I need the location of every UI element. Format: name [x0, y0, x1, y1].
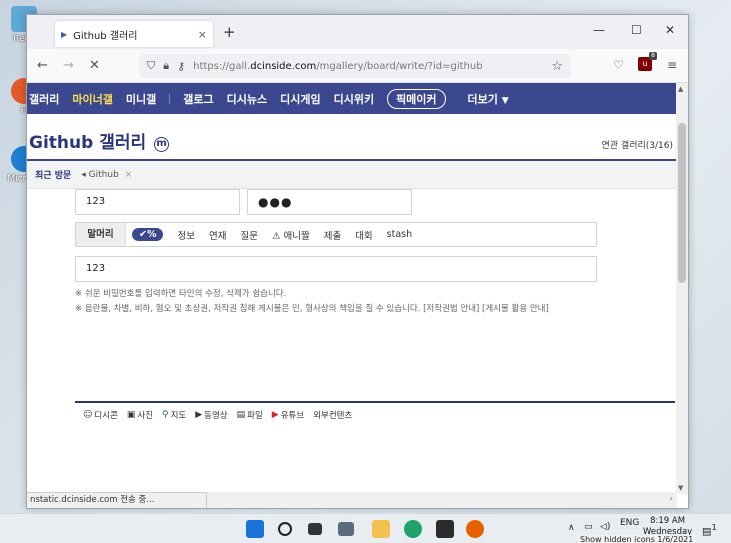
image-icon: ▣ [126, 410, 136, 420]
notice-password: ※ 쉬운 비밀번호를 입력하면 타인의 수정, 삭제가 쉽습니다. [75, 289, 287, 299]
editor-photo-button[interactable]: ▣ 사진 [127, 409, 153, 421]
subject-option-anime-gif[interactable]: ⚠ 애니짤 [272, 228, 310, 242]
editor-toolbar: ☺ 디시콘 ▣ 사진 ⚲ 지도 ▶ 동영상 ▤ 파일 ▶ 유튜브 외부컨텐츠 [75, 401, 675, 427]
maximize-button[interactable]: ☐ [631, 23, 642, 37]
hidden-icons-tooltip: Show hidden icons 1/6/2021 [578, 535, 696, 543]
shield-icon[interactable]: ⛉ [147, 59, 155, 73]
nickname-input[interactable]: 123 [75, 189, 240, 215]
ublock-badge: 8 [649, 52, 657, 60]
editor-video-button[interactable]: ▶ 동영상 [195, 409, 227, 421]
scrollbar-thumb[interactable] [678, 123, 686, 283]
gnb-dcnews[interactable]: 디시뉴스 [227, 91, 267, 107]
youtube-icon: ▶ [271, 410, 279, 420]
clock-time: 8:19 AM [650, 516, 686, 526]
vertical-scrollbar[interactable]: ▲ ▼ [676, 83, 688, 494]
subject-option-info[interactable]: 정보 [177, 228, 194, 242]
editor-youtube-button[interactable]: ▶ 유튜브 [272, 409, 304, 421]
dcinside-favicon-icon: ▶ [61, 29, 68, 39]
tray-chevron-up-icon[interactable]: ∧ [568, 523, 575, 533]
subject-label: 말머리 [76, 223, 126, 246]
recent-visit-item[interactable]: ◂ Github [81, 170, 119, 180]
search-icon[interactable] [278, 522, 292, 536]
taskbar: ∧ ▭ ◁) ENG 8:19 AM Wednesday Show hidden… [0, 513, 731, 543]
subject-header-bar: 말머리 ✔% 정보 연재 질문 ⚠ 애니짤 제출 대회 stash [75, 222, 597, 247]
notice-legal: ※ 음란물, 차별, 비하, 혐오 및 초상권, 저작권 침해 게시물은 민, … [75, 304, 549, 314]
file-explorer-icon[interactable] [372, 520, 390, 538]
more-chevron-down-icon: ▼ [501, 95, 509, 106]
smile-icon: ☺ [83, 410, 93, 420]
lock-icon[interactable]: 🔒︎ [163, 59, 169, 73]
new-tab-button[interactable]: + [223, 23, 236, 41]
clock-date: 1/6/2021 [657, 535, 694, 543]
forward-button[interactable]: → [63, 58, 74, 73]
scroll-down-arrow-icon[interactable]: ▼ [678, 484, 683, 492]
gallery-header: Github 갤러리 m 연관 갤러리(3/16) [27, 114, 677, 161]
editor-file-button[interactable]: ▤ 파일 [237, 409, 263, 421]
gnb-more[interactable]: 더보기 ▼ [468, 91, 509, 107]
subject-option-question[interactable]: 질문 [240, 228, 257, 242]
horizontal-scrollbar[interactable]: › [207, 492, 677, 508]
editor-map-button[interactable]: ⚲ 지도 [162, 409, 186, 421]
global-nav: 갤러리 마이너갤 미니갤 갤로그 디시뉴스 디시게임 디시위키 픽메이커 더보기… [27, 83, 677, 114]
gnb-mini-gallery[interactable]: 미니갤 [126, 91, 156, 107]
tab-title: Github 갤러리 [73, 30, 138, 42]
store-icon[interactable] [436, 520, 454, 538]
browser-window: ▶ Github 갤러리 × + — ☐ ✕ ← → ✕ ⛉ 🔒︎ ⚷ http… [26, 14, 689, 509]
tab-close-icon[interactable]: × [198, 28, 207, 41]
tab-github-gallery[interactable]: ▶ Github 갤러리 × [55, 21, 213, 47]
url-text[interactable]: https://gall.dcinside.com/mgallery/board… [193, 61, 551, 72]
file-icon: ▤ [236, 410, 246, 420]
task-view-icon[interactable] [308, 523, 322, 535]
gallery-title[interactable]: Github 갤러리 m [29, 128, 170, 153]
stop-button[interactable]: ✕ [89, 58, 100, 73]
network-icon[interactable]: ▭ [584, 522, 593, 532]
gnb-divider [169, 93, 171, 104]
close-window-button[interactable]: ✕ [665, 23, 675, 37]
password-input[interactable]: ●●● [247, 189, 412, 215]
minimize-button[interactable]: — [593, 23, 605, 37]
video-icon: ▶ [195, 410, 203, 420]
back-button[interactable]: ← [37, 58, 48, 73]
tab-strip: ▶ Github 갤러리 × + — ☐ ✕ [27, 15, 688, 49]
gnb-dcwiki[interactable]: 디시위키 [334, 91, 374, 107]
menu-icon[interactable]: ≡ [667, 58, 677, 72]
pocket-icon[interactable]: ♡ [613, 58, 624, 72]
notifications-icon[interactable]: ▤1 [702, 522, 717, 537]
start-windows-icon[interactable] [246, 520, 264, 538]
widgets-icon[interactable] [338, 522, 354, 536]
url-bar[interactable]: ⛉ 🔒︎ ⚷ https://gall.dcinside.com/mgaller… [139, 54, 571, 78]
recent-visits-label: 최근 방문 [35, 171, 72, 181]
subject-option-submit[interactable]: 제출 [324, 228, 341, 242]
gnb-dcgame[interactable]: 디시게임 [280, 91, 320, 107]
subject-option-contest[interactable]: 대회 [355, 228, 372, 242]
firefox-taskbar-icon[interactable] [466, 520, 484, 538]
edge-taskbar-icon[interactable] [404, 520, 422, 538]
recent-visit-close-icon[interactable]: × [125, 170, 133, 180]
recent-visits: 최근 방문 ◂ Github × [27, 161, 677, 189]
title-input[interactable]: 123 [75, 256, 597, 282]
key-icon[interactable]: ⚷ [177, 60, 185, 73]
ublock-icon[interactable]: u8 [638, 52, 657, 71]
gnb-pickmaker[interactable]: 픽메이커 [387, 88, 446, 109]
language-indicator[interactable]: ENG [620, 518, 639, 528]
gnb-gallery[interactable]: 갤러리 [29, 91, 59, 107]
subject-option-serial[interactable]: 연재 [209, 228, 226, 242]
map-pin-icon: ⚲ [162, 410, 169, 420]
minor-gallery-badge-icon: m [154, 137, 170, 152]
gnb-gallog[interactable]: 갤로그 [183, 91, 213, 107]
subject-option-selected[interactable]: ✔% [132, 228, 164, 241]
gnb-minor-gallery[interactable]: 마이너갤 [72, 91, 112, 107]
notices: ※ 쉬운 비밀번호를 입력하면 타인의 수정, 삭제가 쉽습니다. ※ 음란물,… [75, 287, 549, 317]
status-bar: nstatic.dcinside.com 전송 중... [27, 492, 207, 508]
bookmark-star-icon[interactable]: ☆ [551, 59, 563, 74]
related-galleries-link[interactable]: 연관 갤러리(3/16) [602, 138, 674, 151]
scroll-up-arrow-icon[interactable]: ▲ [678, 85, 683, 93]
editor-external-content-button[interactable]: 외부컨텐츠 [313, 409, 352, 421]
editor-dccon-button[interactable]: ☺ 디시콘 [83, 409, 118, 421]
navigation-bar: ← → ✕ ⛉ 🔒︎ ⚷ https://gall.dcinside.com/m… [27, 49, 688, 83]
scroll-right-arrow-icon[interactable]: › [670, 494, 673, 503]
subject-option-stash[interactable]: stash [387, 229, 412, 240]
volume-icon[interactable]: ◁) [600, 522, 610, 532]
